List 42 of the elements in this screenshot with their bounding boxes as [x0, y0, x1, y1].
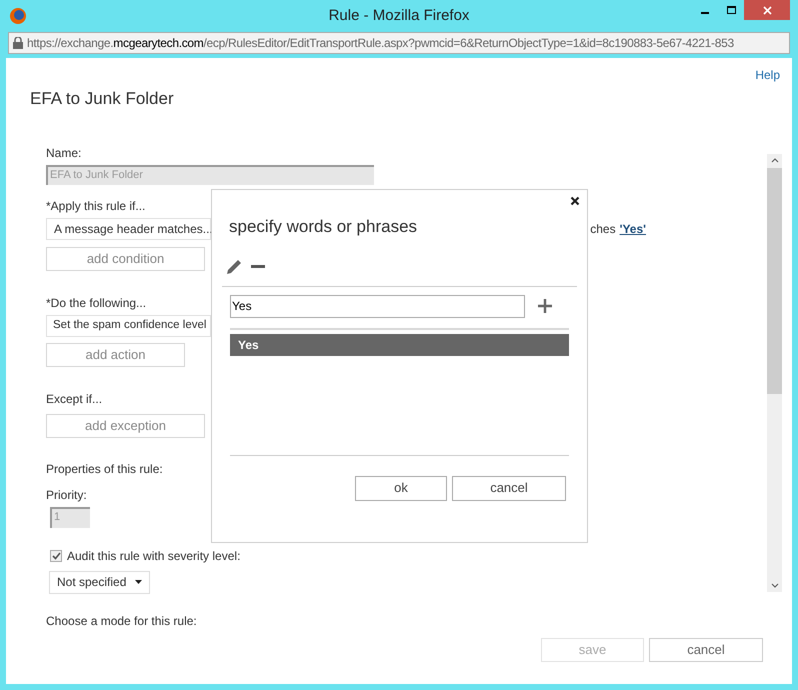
address-bar[interactable]: https://exchange.mcgearytech.com/ecp/RulesEditor/EditTransportRule.aspx?pwmcid=6&ReturnObjectType=1&id=8c190883-5e67-4221-853	[8, 32, 790, 54]
except-label: Except if...	[46, 392, 102, 406]
do-label: *Do the following...	[46, 296, 146, 310]
caret-icon	[135, 580, 142, 584]
edit-icon[interactable]	[226, 258, 243, 274]
remove-icon[interactable]	[251, 264, 265, 268]
dialog-button[interactable]: ok	[355, 476, 447, 500]
check-icon	[52, 552, 60, 560]
apply-label: *Apply this rule if...	[46, 198, 146, 212]
lock-icon	[13, 37, 23, 49]
close-icon	[762, 6, 772, 14]
add-exception-button[interactable]: add exception	[46, 414, 205, 438]
help-link[interactable]: Help	[755, 66, 780, 84]
scrollbar[interactable]	[767, 154, 782, 592]
dialog-button[interactable]: cancel	[452, 476, 566, 500]
dialog-title: specify words or phrases	[229, 216, 418, 238]
properties-label: Properties of this rule:	[46, 462, 163, 476]
footer-button[interactable]: cancel	[649, 638, 763, 662]
name-label: Name:	[46, 146, 82, 160]
condition-link[interactable]: 'Yes'	[620, 220, 646, 238]
word-list-item[interactable]: Yes	[230, 334, 569, 356]
page-title: EFA to Junk Folder	[30, 88, 175, 110]
priority-label: Priority:	[46, 488, 87, 502]
audit-label: Audit this rule with severity level:	[67, 548, 240, 564]
window-title: Rule - Mozilla Firefox	[328, 6, 470, 26]
url-text: https://exchange.mcgearytech.com/ecp/RulesEditor/EditTransportRule.aspx?pwmcid=6&ReturnObjectType=1&id=8c190883-5e67-4221-853	[27, 35, 734, 52]
add-condition-button[interactable]: add condition	[46, 246, 205, 270]
condition-field[interactable]: A message header matches...	[46, 218, 211, 240]
close-button[interactable]	[744, 0, 790, 20]
close-icon[interactable]	[570, 196, 580, 206]
severity-dropdown[interactable]: Not specified	[49, 570, 150, 594]
add-icon[interactable]	[537, 298, 553, 314]
action-field[interactable]: Set the spam confidence level	[46, 314, 211, 336]
scroll-down-icon	[770, 582, 778, 588]
word-input[interactable]: Yes	[230, 294, 525, 318]
browser-logo-icon	[9, 7, 27, 25]
add-action-button[interactable]: add action	[46, 342, 185, 366]
scroll-up-icon	[770, 158, 778, 163]
audit-checkbox[interactable]	[50, 550, 62, 562]
mode-label: Choose a mode for this rule:	[46, 614, 197, 628]
condition-text: ches	[590, 220, 616, 238]
scrollbar-thumb[interactable]	[767, 168, 782, 394]
